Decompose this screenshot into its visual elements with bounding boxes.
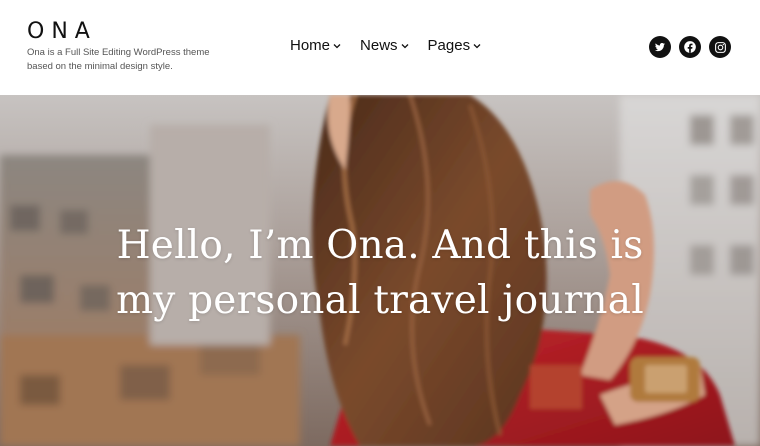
main-navigation: Home News Pages <box>290 37 481 54</box>
chevron-down-icon <box>333 43 341 48</box>
site-header: ONA Ona is a Full Site Editing WordPress… <box>0 0 760 95</box>
instagram-icon <box>714 41 726 53</box>
facebook-link[interactable] <box>679 36 701 58</box>
hero-cover: Hello, I’m Ona. And this is my personal … <box>0 95 760 446</box>
site-title[interactable]: ONA <box>27 20 227 44</box>
brand: ONA Ona is a Full Site Editing WordPress… <box>27 20 227 74</box>
chevron-down-icon <box>401 43 408 48</box>
twitter-link[interactable] <box>649 36 671 58</box>
nav-item-label: News <box>360 37 398 54</box>
chevron-down-icon <box>473 43 481 48</box>
nav-item-label: Pages <box>427 37 471 54</box>
nav-item-home[interactable]: Home <box>290 37 341 54</box>
hero-heading: Hello, I’m Ona. And this is my personal … <box>0 218 760 328</box>
social-links <box>649 36 731 58</box>
facebook-icon <box>684 41 696 53</box>
hero-heading-line-2: my personal travel journal <box>116 278 644 323</box>
twitter-icon <box>654 43 665 52</box>
nav-item-pages[interactable]: Pages <box>428 37 482 54</box>
nav-item-label: Home <box>290 37 331 54</box>
site-tagline: Ona is a Full Site Editing WordPress the… <box>27 47 210 72</box>
nav-item-news[interactable]: News <box>360 37 409 54</box>
instagram-link[interactable] <box>709 36 731 58</box>
hero-heading-line-1: Hello, I’m Ona. And this is <box>116 223 644 268</box>
